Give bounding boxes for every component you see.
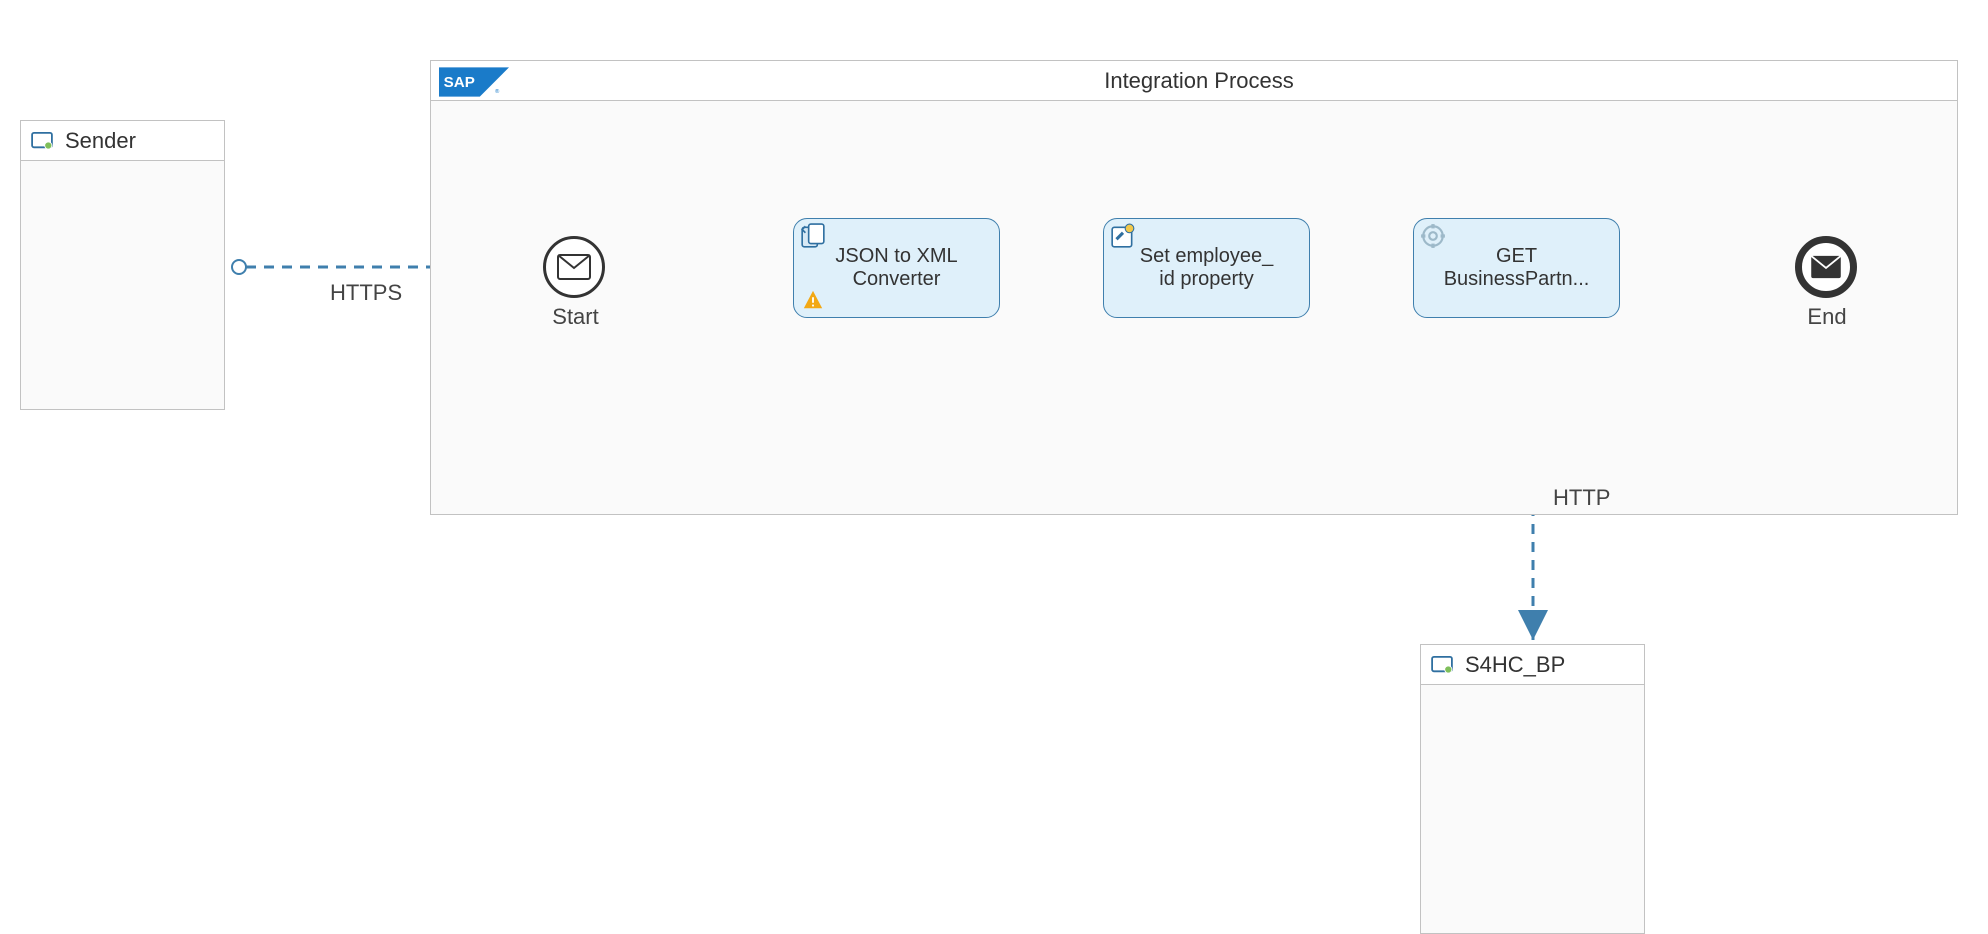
sap-logo-icon: SAP ® [439, 67, 509, 97]
request-reply-icon [1420, 223, 1446, 249]
start-event-label: Start [548, 304, 603, 330]
svg-text:SAP: SAP [444, 74, 475, 91]
participant-icon [1431, 656, 1453, 674]
receiver-pool-title: S4HC_BP [1465, 652, 1565, 678]
converter-icon [800, 223, 826, 249]
svg-text:®: ® [495, 88, 500, 95]
envelope-icon [1810, 255, 1842, 279]
end-event-label: End [1802, 304, 1852, 330]
connector-label-https: HTTPS [330, 280, 402, 306]
step-line2: Converter [853, 268, 941, 291]
step-line1: GET [1496, 245, 1537, 268]
sender-pool[interactable]: Sender [20, 120, 225, 410]
end-event[interactable] [1795, 236, 1857, 298]
sender-pool-header: Sender [21, 121, 224, 161]
warning-icon [802, 289, 824, 311]
diagram-canvas: Sender SAP ® Integration Process Start J… [0, 0, 1988, 930]
receiver-pool-header: S4HC_BP [1421, 645, 1644, 685]
receiver-pool[interactable]: S4HC_BP [1420, 644, 1645, 934]
envelope-icon [557, 254, 591, 280]
connector-label-http: HTTP [1553, 485, 1610, 511]
step-line1: JSON to XML [835, 245, 957, 268]
step-get-businesspartner[interactable]: GET BusinessPartn... [1413, 218, 1620, 318]
step-line1: Set employee_ [1140, 245, 1273, 268]
process-pool-header: SAP ® Integration Process [431, 61, 1957, 101]
step-set-property[interactable]: Set employee_ id property [1103, 218, 1310, 318]
content-modifier-icon [1110, 223, 1136, 249]
process-pool-title: Integration Process [1104, 68, 1294, 94]
step-line2: id property [1159, 268, 1254, 291]
sender-pool-title: Sender [65, 128, 136, 154]
participant-icon [31, 132, 53, 150]
step-line2: BusinessPartn... [1444, 268, 1590, 291]
start-event[interactable] [543, 236, 605, 298]
step-json-to-xml[interactable]: JSON to XML Converter [793, 218, 1000, 318]
